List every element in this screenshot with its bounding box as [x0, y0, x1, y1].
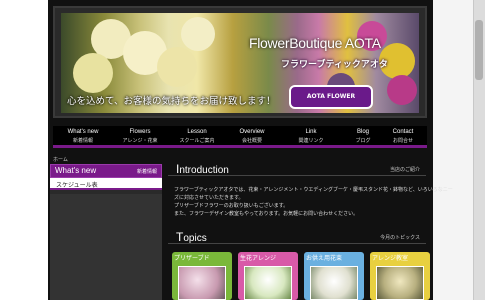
introduction-text: フラワーブティックアオタでは、花束・アレンジメント・ウエディングブーケ・慶弔スタ…: [174, 186, 453, 218]
site-slogan: 心を込めて、お客様の気持ちをお届け致します！: [67, 96, 276, 107]
nav-item-lesson[interactable]: Lesson スクールご案内: [167, 128, 227, 145]
main-navigation: What's new 新着情報 Flowers アレンジ・花束 Lesson ス…: [53, 126, 427, 148]
nav-label-en: Contact: [392, 129, 414, 135]
nav-item-link[interactable]: Link 関連リンク: [281, 128, 341, 145]
nav-item-whats-new[interactable]: What's new 新着情報: [53, 128, 113, 145]
site-header: FlowerBoutique AOTA フラワーブティックアオタ AOTA FL…: [53, 6, 427, 118]
nav-item-flowers[interactable]: Flowers アレンジ・花束: [110, 128, 170, 145]
flower-decoration: [73, 53, 113, 93]
scrollbar-thumb[interactable]: [475, 20, 483, 80]
sidebar-title: What's new: [55, 166, 97, 175]
topic-label: プリザーブド: [174, 255, 210, 262]
intro-line: プリザーブドフラワーのお取り扱いもございます。: [174, 203, 289, 209]
introduction-link[interactable]: 当店のご紹介: [390, 166, 420, 173]
nav-label-jp: 会社概要: [241, 138, 262, 144]
topic-card-arrange-class[interactable]: アレンジ教室: [370, 252, 430, 300]
nav-label-jp: スクールご案内: [179, 138, 215, 144]
topic-card-fresh-arrange[interactable]: 生花アレンジ: [238, 252, 298, 300]
topic-label: アレンジ教室: [372, 255, 409, 262]
topic-card-offering-bouquet[interactable]: お供え用花束: [304, 252, 364, 300]
intro-line: フラワーブティックアオタでは、花束・アレンジメント・ウエディングブーケ・慶弔スタ…: [174, 187, 453, 193]
topic-card-preserved[interactable]: プリザーブド: [172, 252, 232, 300]
flower-decoration: [157, 47, 197, 87]
introduction-title: Introduction: [176, 162, 229, 176]
nav-label-jp: 新着情報: [72, 138, 93, 144]
site-logo[interactable]: AOTA FLOWER BOUTIQUE: [289, 85, 373, 109]
main-content: Introduction 当店のご紹介 フラワーブティックアオタでは、花束・アレ…: [168, 160, 453, 300]
topics-header: Topics 今月のトピックス: [168, 230, 426, 244]
topics-grid: プリザーブド 生花アレンジ お供え用花束 アレンジ教室: [172, 252, 430, 300]
introduction-header: Introduction 当店のご紹介: [168, 162, 426, 176]
nav-label-jp: アレンジ・花束: [122, 138, 158, 144]
breadcrumb[interactable]: ホーム: [53, 156, 68, 163]
sidebar: What's new 新着情報 スケジュール表: [50, 164, 162, 300]
nav-item-contact[interactable]: Contact お問合せ: [379, 128, 427, 145]
nav-label-jp: 関連リンク: [298, 138, 324, 144]
sidebar-item-schedule[interactable]: スケジュール表: [50, 178, 162, 190]
topic-image: [376, 266, 424, 300]
nav-label-en: Lesson: [187, 129, 207, 135]
vertical-scrollbar[interactable]: [473, 0, 485, 300]
topics-link[interactable]: 今月のトピックス: [380, 234, 420, 241]
site-subtitle: フラワーブティックアオタ: [281, 60, 388, 70]
sidebar-list-area: [50, 194, 162, 300]
nav-label-en: Overview: [239, 129, 265, 135]
flower-decoration: [181, 17, 215, 51]
topic-image: [310, 266, 358, 300]
intro-line: また、フラワーデザイン教室もやっております。お気軽にお問い合わせください。: [174, 211, 359, 217]
topic-image: [178, 266, 226, 300]
sidebar-subtitle: 新着情報: [136, 169, 157, 175]
nav-label-en: Link: [305, 129, 317, 135]
nav-label-jp: お問合せ: [392, 138, 413, 144]
nav-label-en: What's new: [67, 129, 99, 135]
topic-image: [244, 266, 292, 300]
topics-title: Topics: [176, 230, 207, 244]
topic-label: 生花アレンジ: [240, 255, 277, 262]
header-banner-image: FlowerBoutique AOTA フラワーブティックアオタ AOTA FL…: [61, 13, 419, 113]
topic-label: お供え用花束: [306, 255, 343, 262]
intro-line: ズに対応させていただきます。: [174, 195, 244, 201]
flower-decoration: [387, 75, 417, 105]
site-title: FlowerBoutique AOTA: [249, 35, 381, 51]
page-left-margin: [0, 0, 50, 300]
sidebar-item-label: スケジュール表: [56, 182, 98, 189]
nav-label-en: Flowers: [129, 129, 151, 135]
sidebar-header: What's new 新着情報: [50, 164, 162, 178]
nav-item-overview[interactable]: Overview 会社概要: [222, 128, 282, 145]
